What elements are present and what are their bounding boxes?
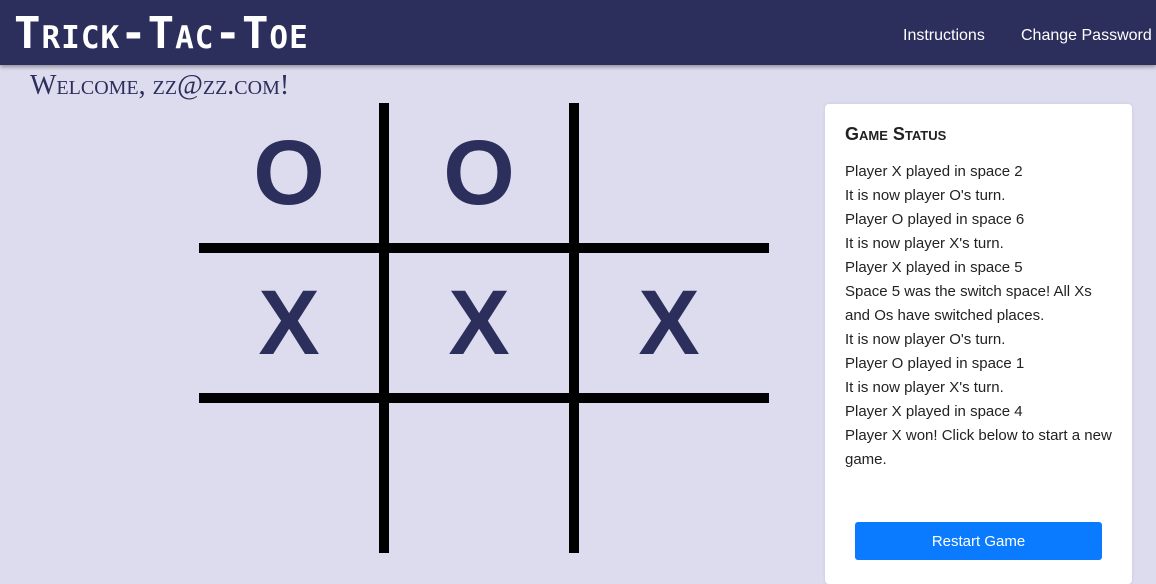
board-cell-5[interactable]: X: [389, 253, 569, 393]
status-log: Player X played in space 2 It is now pla…: [845, 160, 1120, 472]
board-cell-4[interactable]: X: [199, 253, 379, 393]
board-cell-9[interactable]: [579, 403, 759, 543]
grid-line-horizontal: [199, 393, 769, 403]
grid-line-horizontal: [199, 243, 769, 253]
nav-change-password-link[interactable]: Change Password: [1021, 26, 1152, 46]
status-log-entry: Space 5 was the switch space! All Xs and…: [845, 283, 1092, 324]
status-log-entry: Player X played in space 5: [845, 259, 1023, 276]
grid-line-vertical: [569, 103, 579, 553]
status-log-entry: It is now player O's turn.: [845, 187, 1006, 204]
board-cell-7[interactable]: [199, 403, 379, 543]
status-title: Game Status: [845, 124, 947, 144]
restart-game-button[interactable]: Restart Game: [855, 522, 1102, 560]
board-cell-2[interactable]: O: [389, 103, 569, 243]
status-log-entry: It is now player X's turn.: [845, 379, 1004, 396]
game-status-panel: Game Status Player X played in space 2 I…: [825, 104, 1132, 584]
status-log-entry: Player O played in space 6: [845, 211, 1025, 228]
status-log-entry: Player X played in space 2: [845, 163, 1023, 180]
board-cell-6[interactable]: X: [579, 253, 759, 393]
grid-line-vertical: [379, 103, 389, 553]
status-log-entry: It is now player O's turn.: [845, 331, 1006, 348]
welcome-message: Welcome, zz@zz.com!: [30, 70, 290, 101]
status-log-entry: Player O played in space 1: [845, 355, 1025, 372]
navbar: Trick-Tac-Toe Instructions Change Passwo…: [0, 0, 1156, 65]
nav-instructions-link[interactable]: Instructions: [903, 26, 985, 46]
brand-title[interactable]: Trick-Tac-Toe: [14, 6, 309, 62]
status-log-entry: It is now player X's turn.: [845, 235, 1004, 252]
board-cell-8[interactable]: [389, 403, 569, 543]
game-board: O O X X X: [199, 103, 769, 553]
board-cell-1[interactable]: O: [199, 103, 379, 243]
board-cell-3[interactable]: [579, 103, 759, 243]
status-log-entry: Player X played in space 4: [845, 403, 1023, 420]
status-log-entry: Player X won! Click below to start a new…: [845, 427, 1112, 468]
